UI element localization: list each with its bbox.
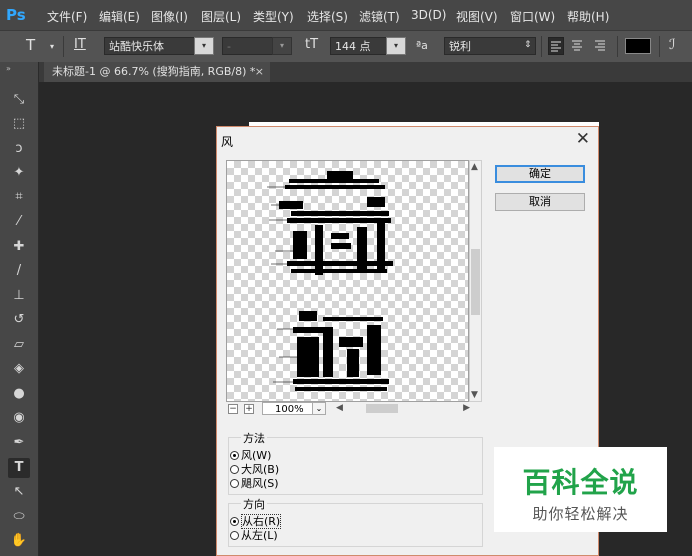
pen-tool-icon[interactable]: ✒ — [8, 433, 30, 453]
watermark-subtitle: 助你轻松解决 — [532, 505, 629, 523]
dialog-title: 风 — [221, 135, 234, 149]
menu-image[interactable]: 图像(I) — [151, 8, 188, 25]
font-family-select[interactable]: 站酷快乐体 — [104, 37, 196, 55]
hand-tool-icon[interactable]: ✋ — [8, 531, 30, 551]
radio-selected-icon — [230, 517, 239, 526]
menu-type[interactable]: 类型(Y) — [253, 8, 294, 25]
text-orientation-icon[interactable]: IT — [74, 37, 86, 52]
zoom-in-button[interactable]: + — [244, 404, 254, 414]
magic-wand-tool-icon[interactable]: ✦ — [8, 163, 30, 183]
paint-bucket-tool-icon[interactable]: ◈ — [8, 359, 30, 379]
document-tab[interactable]: 未标题-1 @ 66.7% (搜狗指南, RGB/8) * × — [44, 62, 270, 82]
divider — [541, 36, 542, 57]
menu-3d[interactable]: 3D(D) — [411, 8, 446, 22]
scroll-left-icon[interactable]: ◀ — [336, 403, 343, 413]
move-tool-icon[interactable]: ⤡ — [8, 90, 30, 110]
healing-brush-tool-icon[interactable]: ✚ — [8, 237, 30, 257]
preview-glyphs-image — [267, 171, 393, 391]
ellipse-tool-icon[interactable]: ⬭ — [8, 507, 30, 527]
blur-tool-icon[interactable]: ● — [8, 384, 30, 404]
cancel-button[interactable]: 取消 — [495, 193, 585, 211]
document-tab-title: 未标题-1 @ 66.7% (搜狗指南, RGB/8) * — [52, 65, 256, 78]
type-tool-preset-icon[interactable]: T — [26, 36, 35, 54]
direction-from-left-radio[interactable]: 从左(L) — [230, 527, 278, 543]
watermark-logo: 百科全说 助你轻松解决 — [494, 447, 667, 532]
warp-text-icon[interactable]: ℐ — [669, 37, 676, 53]
font-style-dropdown-icon[interactable]: ▾ — [272, 37, 292, 55]
font-size-dropdown-icon[interactable]: ▾ — [386, 37, 406, 55]
preview-vertical-scrollbar[interactable]: ▲ ▼ — [469, 160, 482, 402]
photoshop-logo: Ps — [6, 6, 26, 24]
menu-filter[interactable]: 滤镜(T) — [359, 8, 400, 25]
font-style-select[interactable]: - — [222, 37, 274, 55]
font-size-input[interactable]: 144 点 — [330, 37, 388, 55]
antialias-icon: ªa — [416, 39, 428, 52]
dodge-tool-icon[interactable]: ◉ — [8, 408, 30, 428]
history-brush-tool-icon[interactable]: ↺ — [8, 310, 30, 330]
zoom-out-button[interactable]: − — [228, 404, 238, 414]
antialias-select[interactable]: 锐利 — [444, 37, 536, 55]
preview-zoom-row: − + 100% ⌄ ◀ ▶ — [226, 402, 482, 416]
close-icon[interactable]: × — [255, 62, 264, 82]
method-group: 方法 风(W) 大风(B) 飓风(S) — [228, 430, 483, 495]
scroll-thumb[interactable] — [471, 249, 480, 315]
watermark-title: 百科全说 — [522, 466, 639, 499]
radio-icon — [230, 479, 239, 488]
eraser-tool-icon[interactable]: ▱ — [8, 335, 30, 355]
scroll-down-icon[interactable]: ▼ — [471, 390, 478, 400]
menu-select[interactable]: 选择(S) — [307, 8, 348, 25]
menu-file[interactable]: 文件(F) — [47, 8, 87, 25]
clone-stamp-tool-icon[interactable]: ⊥ — [8, 286, 30, 306]
scroll-right-icon[interactable]: ▶ — [463, 403, 470, 413]
type-tool-icon[interactable]: T — [8, 458, 30, 478]
lasso-tool-icon[interactable]: ↄ — [8, 139, 30, 159]
chevron-down-icon[interactable]: ▾ — [50, 42, 54, 51]
method-stagger-radio[interactable]: 飓风(S) — [230, 475, 279, 491]
direction-group-label: 方向 — [241, 496, 267, 512]
toolbox: » ⤡ ⬚ ↄ ✦ ⌗ ⁄ ✚ / ⊥ ↺ ▱ ◈ ● ◉ ✒ T ↖ ⬭ ✋ — [0, 62, 39, 556]
marquee-tool-icon[interactable]: ⬚ — [8, 114, 30, 134]
font-size-icon: tT — [305, 37, 319, 52]
align-right-icon[interactable] — [593, 37, 609, 55]
align-left-icon[interactable] — [548, 37, 564, 55]
menu-window[interactable]: 窗口(W) — [510, 8, 555, 25]
updown-icon[interactable]: ⇕ — [524, 40, 532, 50]
chevron-down-icon[interactable]: ⌄ — [312, 402, 326, 415]
close-icon[interactable]: ✕ — [576, 129, 590, 149]
radio-icon — [230, 465, 239, 474]
collapse-icon[interactable]: » — [6, 64, 11, 73]
method-group-label: 方法 — [241, 430, 267, 446]
scroll-up-icon[interactable]: ▲ — [471, 162, 478, 172]
preview-horizontal-scrollbar[interactable]: ◀ ▶ — [334, 402, 472, 415]
direction-group: 方向 从右(R) 从左(L) — [228, 496, 483, 547]
menu-bar: Ps 文件(F) 编辑(E) 图像(I) 图层(L) 类型(Y) 选择(S) 滤… — [0, 0, 692, 30]
text-color-swatch[interactable] — [625, 38, 651, 54]
align-center-icon[interactable] — [570, 37, 586, 55]
ok-button[interactable]: 确定 — [495, 165, 585, 183]
path-selection-tool-icon[interactable]: ↖ — [8, 482, 30, 502]
divider — [617, 36, 618, 57]
menu-layer[interactable]: 图层(L) — [201, 8, 241, 25]
divider — [659, 36, 660, 57]
menu-view[interactable]: 视图(V) — [456, 8, 498, 25]
font-family-dropdown-icon[interactable]: ▾ — [194, 37, 214, 55]
options-bar: T ▾ IT 站酷快乐体 ▾ - ▾ tT 144 点 ▾ ªa 锐利 ⇕ ℐ — [0, 30, 692, 63]
eyedropper-tool-icon[interactable]: ⁄ — [8, 212, 30, 232]
brush-tool-icon[interactable]: / — [8, 261, 30, 281]
menu-edit[interactable]: 编辑(E) — [99, 8, 140, 25]
crop-tool-icon[interactable]: ⌗ — [8, 187, 30, 207]
radio-selected-icon — [230, 451, 239, 460]
scroll-thumb[interactable] — [366, 404, 398, 413]
radio-icon — [230, 531, 239, 540]
divider — [63, 36, 64, 57]
filter-preview[interactable] — [226, 160, 469, 402]
menu-help[interactable]: 帮助(H) — [567, 8, 609, 25]
